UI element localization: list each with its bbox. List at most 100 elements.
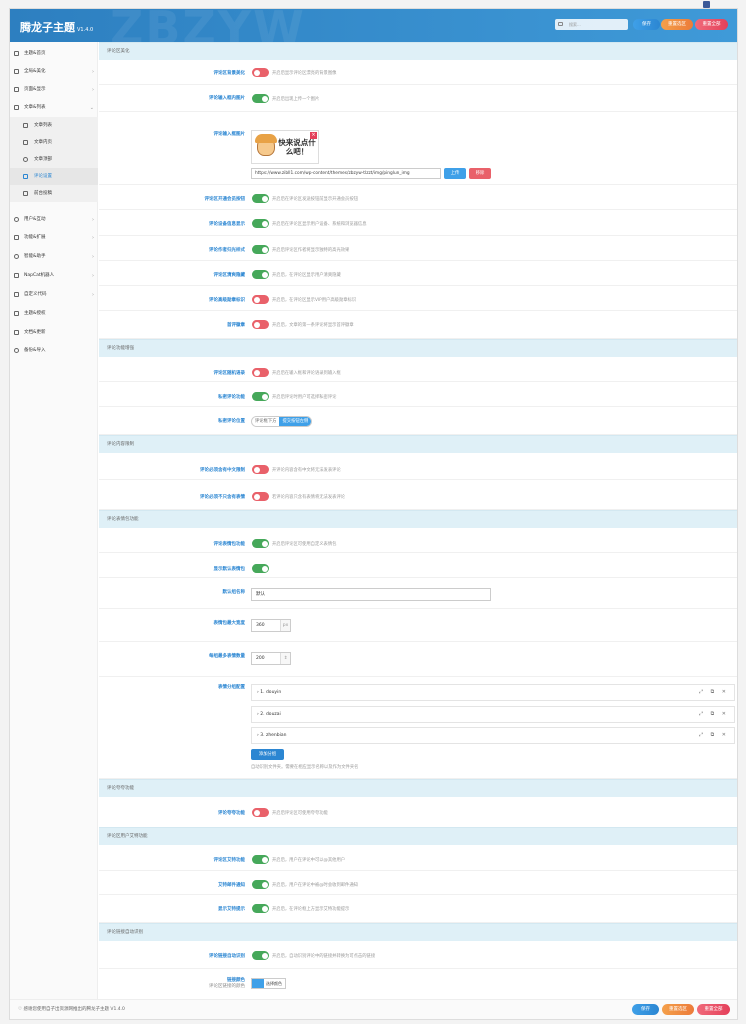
toggle-praise[interactable] (252, 808, 269, 817)
sidebar-item-user[interactable]: 用户&互动 › (10, 211, 98, 229)
label-mention-email: 艾特邮件通知 (218, 883, 245, 888)
emoji-count-input[interactable]: 200 ⇕ (251, 652, 291, 665)
sidebar-item-home[interactable]: 主题&首页 (10, 45, 98, 63)
default-group-name-input[interactable]: 默认 (251, 588, 491, 601)
desc-mention-email: 开启后，用户在评论中被@时会收到邮件通知 (272, 883, 358, 888)
toggle-device-info[interactable] (252, 219, 269, 228)
sidebar-item-backup[interactable]: 备份&导入 (10, 342, 98, 360)
brand-name: 腾龙子主题 (20, 21, 75, 34)
robot-icon (14, 273, 19, 278)
toggle-mention[interactable] (252, 855, 269, 864)
footer-reset-all-button[interactable]: 重置全部 (697, 1004, 730, 1015)
sidebar-item-extend[interactable]: 功能&扩展 › (10, 229, 98, 247)
toggle-emoji-only-limit[interactable] (252, 492, 269, 501)
toggle-chinese-limit[interactable] (252, 465, 269, 474)
private-position-opt1[interactable]: 评论框下方 (252, 417, 279, 426)
sidebar-item-article-inner[interactable]: 文章内页 (10, 134, 98, 151)
desc-vip-button: 开启后在评论区发送按钮前显示开通会员按钮 (272, 197, 358, 202)
sidebar-item-submit[interactable]: 前台投稿 (10, 185, 98, 202)
upload-button[interactable]: 上传 (444, 168, 466, 179)
group-tools-icon[interactable]: ⤢ ⧉ ✕ (699, 707, 729, 722)
comment-icon (23, 174, 28, 179)
label-chinese-limit: 评论必须含有中文限制 (200, 468, 245, 473)
emoji-width-value: 360 (256, 623, 265, 628)
toggle-clean-hide[interactable] (252, 270, 269, 279)
sidebar-item-docs[interactable]: 文档&更新 (10, 324, 98, 342)
page-icon (14, 87, 19, 92)
comment-image-text: 快来说点什么吧！ (278, 138, 316, 156)
label-link-color-sub: 评论区链接的颜色 (209, 984, 245, 989)
label-bg-beautify: 评论区背景美化 (213, 71, 246, 76)
emoji-group-item[interactable]: › 2. douzai ⤢ ⧉ ✕ (251, 706, 735, 723)
emoji-width-input[interactable]: 360 px (251, 619, 291, 632)
desc-mention: 开启后，用户在评论中可以@其他用户 (272, 858, 346, 863)
desc-emoji-only-limit: 若评论内容只含有表情将无法发表评论 (272, 495, 346, 500)
emoji-count-value: 200 (256, 656, 265, 661)
toggle-first-comment[interactable] (252, 320, 269, 329)
remove-image-icon[interactable]: × (310, 132, 317, 139)
link-color-picker[interactable]: 选择颜色 (251, 978, 286, 989)
section-comment-beautify: 评论区美化 (99, 42, 737, 60)
desc-private-comment: 开启后评论时用户可选择私密评论 (272, 395, 337, 400)
row-default-emoji: 显示默认表情包 (99, 553, 737, 578)
emoji-count-stepper[interactable]: ⇕ (280, 653, 290, 664)
sidebar-item-napcat[interactable]: NapCat机器人 › (10, 267, 98, 285)
settings-window: ZBZYW 腾龙子主题 V1.4.0 搜索... 保存 重置选区 重置全部 主题&… (9, 8, 738, 1020)
row-default-group-name: 默认组名称 默认 (99, 578, 737, 609)
label-emoji-width: 表情包最大宽度 (213, 621, 246, 626)
toggle-mention-tip[interactable] (252, 904, 269, 913)
emoji-group-item[interactable]: › 3. zhenbian ⤢ ⧉ ✕ (251, 727, 735, 744)
sidebar-item-code[interactable]: 自定义代码 › (10, 286, 98, 304)
toggle-mention-email[interactable] (252, 880, 269, 889)
save-button[interactable]: 保存 (633, 19, 660, 30)
user-icon (14, 217, 19, 222)
private-position-opt2[interactable]: 提交按钮左侧 (279, 417, 312, 426)
emoji-group-item[interactable]: › 1. douyin ⤢ ⧉ ✕ (251, 684, 735, 701)
toggle-vip-badge[interactable] (252, 295, 269, 304)
pen-icon (23, 191, 28, 196)
footer-reset-section-button[interactable]: 重置选区 (662, 1004, 694, 1015)
desc-clean-hide: 开启后，在评论区显示用户清爽隐藏 (272, 273, 341, 278)
row-bg-beautify: 评论区背景美化 开启后显示评论区漂亮的背景图像 (99, 60, 737, 85)
toggle-emoji-enable[interactable] (252, 539, 269, 548)
search-input[interactable]: 搜索... (555, 19, 628, 30)
reset-section-button[interactable]: 重置选区 (661, 19, 693, 30)
toggle-private-comment[interactable] (252, 392, 269, 401)
group-tools-icon[interactable]: ⤢ ⧉ ✕ (699, 728, 729, 743)
sidebar-item-license[interactable]: 主题&授权 (10, 305, 98, 323)
sidebar-item-articles[interactable]: 文章&列表 ⌄ (10, 99, 98, 117)
sidebar-item-page[interactable]: 页面&显示 › (10, 81, 98, 99)
private-position-selector[interactable]: 评论框下方 提交按钮左侧 (251, 416, 313, 427)
sidebar-item-article-list[interactable]: 文章列表 (10, 117, 98, 134)
toggle-default-emoji[interactable] (252, 564, 269, 573)
reset-all-button[interactable]: 重置全部 (695, 19, 728, 30)
book-icon (14, 330, 19, 335)
sidebar-item-article-top[interactable]: 文章顶部 (10, 151, 98, 168)
main-content: 评论区美化 评论区背景美化 开启后显示评论区漂亮的背景图像 评论输入框内图片 开… (99, 42, 737, 999)
label-emoji-groups: 表情分组配置 (218, 685, 245, 690)
row-device-info: 评论设备信息显示 开启后在评论区显示用户设备、系统和浏览器信息 (99, 210, 737, 236)
desc-device-info: 开启后在评论区显示用户设备、系统和浏览器信息 (272, 222, 367, 227)
label-praise: 评论夸夸功能 (218, 811, 245, 816)
label-random-quote: 评论区随机语录 (213, 371, 246, 376)
sidebar-item-global[interactable]: 全局&美化 › (10, 63, 98, 81)
image-url-input[interactable]: https://www.zibll1.com/wp-content/themes… (251, 168, 441, 179)
group-tools-icon[interactable]: ⤢ ⧉ ✕ (699, 685, 729, 700)
toggle-input-image[interactable] (252, 94, 269, 103)
toggle-vip-button[interactable] (252, 194, 269, 203)
add-group-button[interactable]: 添加分组 (251, 749, 284, 760)
header: ZBZYW 腾龙子主题 V1.4.0 搜索... 保存 重置选区 重置全部 (10, 9, 737, 42)
row-vip-badge: 评论高级勋章标识 开启后，在评论区显示VIP用户高级勋章标识 (99, 286, 737, 311)
footer-save-button[interactable]: 保存 (632, 1004, 659, 1015)
toggle-random-quote[interactable] (252, 368, 269, 377)
sidebar-item-ai[interactable]: 智能&助手 › (10, 248, 98, 266)
toggle-bg-beautify[interactable] (252, 68, 269, 77)
key-icon (14, 311, 19, 316)
label-mention-tip: 显示艾特提示 (218, 907, 245, 912)
remove-button[interactable]: 移除 (469, 168, 491, 179)
toggle-link-detect[interactable] (252, 951, 269, 960)
sidebar-item-comments[interactable]: 评论设置 (10, 168, 98, 185)
toggle-author-highlight[interactable] (252, 245, 269, 254)
label-default-group-name: 默认组名称 (222, 590, 246, 595)
link-color-label: 选择颜色 (266, 981, 282, 986)
